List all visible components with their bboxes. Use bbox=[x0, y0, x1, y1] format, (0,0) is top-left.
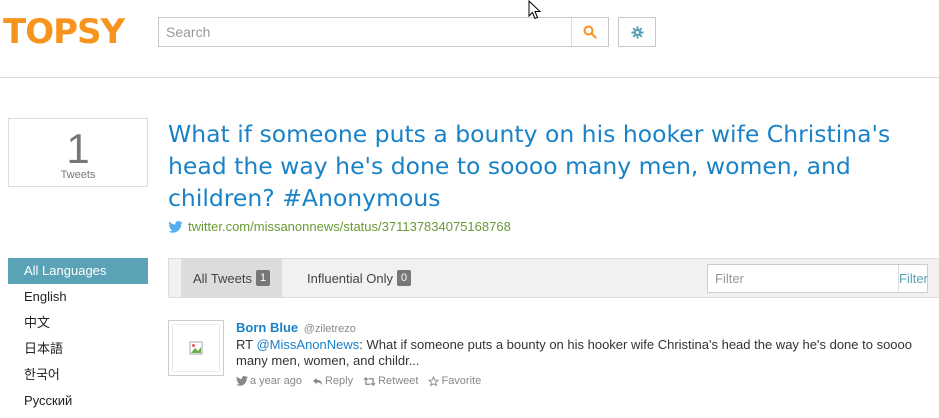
filter-box: Filter bbox=[707, 264, 928, 293]
topsy-logo[interactable]: TOPSY bbox=[3, 12, 125, 52]
star-icon bbox=[428, 375, 440, 386]
language-item-all[interactable]: All Languages bbox=[8, 258, 148, 284]
tweet-time-link[interactable]: a year ago bbox=[236, 373, 302, 389]
language-list: All Languages English 中文 日本語 한국어 Русский bbox=[8, 258, 148, 414]
top-header: TOPSY bbox=[0, 0, 939, 78]
tweet-count-box: 1 Tweets bbox=[8, 118, 148, 187]
reply-icon bbox=[312, 377, 322, 385]
settings-button[interactable] bbox=[618, 17, 656, 47]
tweet-actions: a year ago Reply Retweet Favorite bbox=[236, 373, 936, 389]
avatar-frame bbox=[172, 324, 220, 372]
retweet-icon bbox=[363, 376, 376, 386]
tweet-tabs-bar: All Tweets 1 Influential Only 0 Filter bbox=[168, 258, 939, 298]
search-input[interactable] bbox=[159, 18, 571, 46]
tweet-mention[interactable]: @MissAnonNews bbox=[256, 337, 359, 352]
favorite-button[interactable]: Favorite bbox=[428, 373, 481, 389]
language-item-english[interactable]: English bbox=[8, 284, 148, 310]
favorite-label: Favorite bbox=[441, 375, 482, 387]
tweet-rt-prefix: RT bbox=[236, 337, 257, 352]
filter-button[interactable]: Filter bbox=[898, 265, 928, 292]
tweet-text: RT @MissAnonNews: What if someone puts a… bbox=[236, 337, 936, 369]
gear-icon bbox=[630, 25, 644, 39]
tab-all-tweets-label: All Tweets bbox=[193, 270, 253, 286]
tweet-count: 1 bbox=[66, 125, 90, 172]
broken-image-icon bbox=[189, 341, 203, 355]
search-box bbox=[158, 17, 609, 47]
search-icon bbox=[583, 25, 597, 39]
tweet-count-label: Tweets bbox=[60, 169, 96, 181]
language-item-chinese[interactable]: 中文 bbox=[8, 310, 148, 336]
tab-influential-count: 0 bbox=[397, 270, 411, 286]
tweet-author[interactable]: Born Blue bbox=[236, 320, 298, 335]
language-item-japanese[interactable]: 日本語 bbox=[8, 336, 148, 362]
filter-input[interactable] bbox=[708, 265, 898, 292]
reply-label: Reply bbox=[324, 375, 354, 387]
tab-influential-label: Influential Only bbox=[307, 270, 393, 286]
tab-influential-only[interactable]: Influential Only 0 bbox=[295, 259, 423, 297]
tweet-header: Born Blue @ziletrezo bbox=[236, 320, 936, 337]
tab-all-tweets-count: 1 bbox=[256, 270, 271, 286]
page-title: What if someone puts a bounty on his hoo… bbox=[168, 120, 891, 212]
tweet-body: Born Blue @ziletrezo RT @MissAnonNews: W… bbox=[236, 320, 936, 389]
search-button[interactable] bbox=[571, 18, 608, 46]
source-link[interactable]: twitter.com/missanonnews/status/37113783… bbox=[188, 219, 511, 234]
avatar[interactable] bbox=[168, 320, 224, 376]
tab-all-tweets[interactable]: All Tweets 1 bbox=[181, 259, 283, 297]
twitter-bird-icon bbox=[236, 376, 248, 386]
tweet-time: a year ago bbox=[250, 375, 302, 387]
language-item-korean[interactable]: 한국어 bbox=[8, 362, 148, 388]
mouse-cursor-icon bbox=[528, 0, 542, 20]
tweet-item: Born Blue @ziletrezo RT @MissAnonNews: W… bbox=[168, 318, 939, 408]
retweet-label: Retweet bbox=[378, 375, 419, 387]
tweet-handle[interactable]: @ziletrezo bbox=[304, 323, 356, 335]
language-item-russian[interactable]: Русский bbox=[8, 388, 148, 414]
twitter-bird-icon bbox=[168, 220, 183, 233]
source-link-row: twitter.com/missanonnews/status/37113783… bbox=[168, 219, 511, 234]
retweet-button[interactable]: Retweet bbox=[363, 373, 418, 389]
reply-button[interactable]: Reply bbox=[312, 373, 353, 389]
